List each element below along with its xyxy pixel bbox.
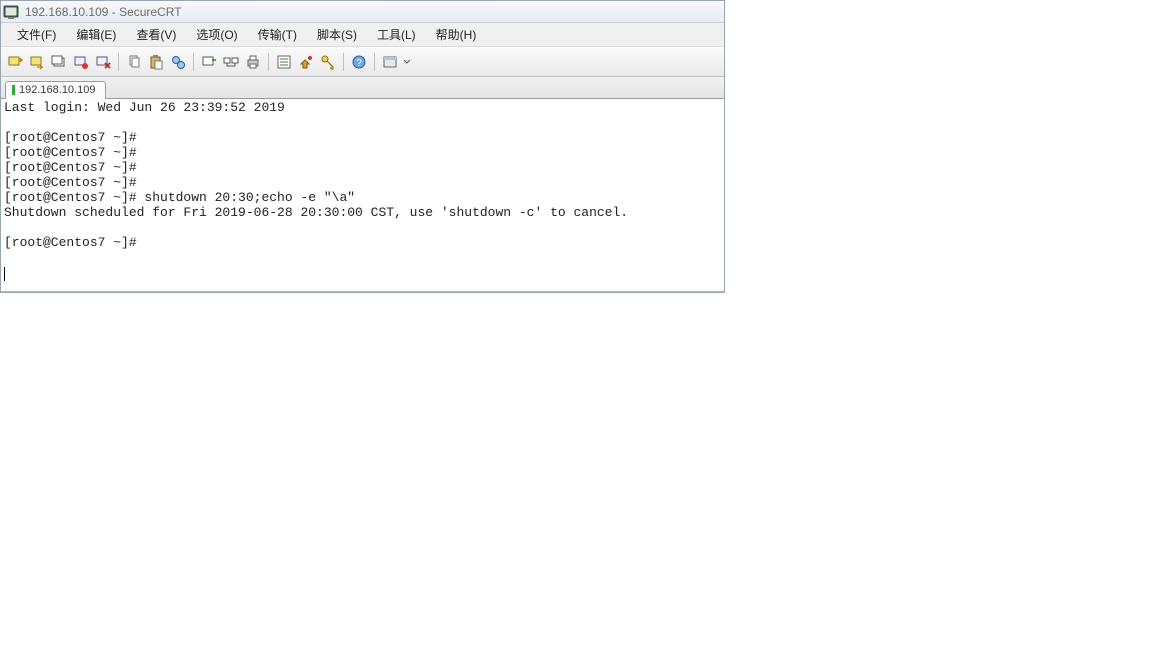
paste-icon[interactable]	[146, 52, 166, 72]
terminal-line: [root@Centos7 ~]#	[4, 175, 144, 190]
menu-options[interactable]: 选项(O)	[186, 23, 247, 46]
menu-tools[interactable]: 工具(L)	[367, 23, 426, 46]
cancel-icon[interactable]	[93, 52, 113, 72]
terminal-line: [root@Centos7 ~]#	[4, 145, 144, 160]
terminal-line: Shutdown scheduled for Fri 2019-06-28 20…	[4, 205, 628, 220]
terminal-line: Last login: Wed Jun 26 23:39:52 2019	[4, 100, 285, 115]
settings-icon[interactable]	[274, 52, 294, 72]
menu-edit[interactable]: 编辑(E)	[66, 23, 126, 46]
disconnect-icon[interactable]	[71, 52, 91, 72]
sessions-icon[interactable]	[199, 52, 219, 72]
app-icon	[3, 4, 19, 20]
toolbar-separator	[343, 53, 344, 71]
menu-script[interactable]: 脚本(S)	[307, 23, 367, 46]
dropdown-icon[interactable]	[402, 52, 412, 72]
toolbar-separator	[374, 53, 375, 71]
reconnect-icon[interactable]	[27, 52, 47, 72]
session-tab[interactable]: 192.168.10.109	[5, 81, 106, 99]
menubar: 文件(F) 编辑(E) 查看(V) 选项(O) 传输(T) 脚本(S) 工具(L…	[1, 23, 724, 47]
menu-file[interactable]: 文件(F)	[7, 23, 66, 46]
quick-connect-icon[interactable]	[5, 52, 25, 72]
tab-active-indicator	[12, 85, 15, 95]
help-icon[interactable]: ?	[349, 52, 369, 72]
app-window: 192.168.10.109 - SecureCRT 文件(F) 编辑(E) 查…	[0, 0, 725, 293]
tabbar: 192.168.10.109	[1, 77, 724, 99]
cursor	[4, 267, 5, 281]
menu-help[interactable]: 帮助(H)	[426, 23, 487, 46]
terminal[interactable]: Last login: Wed Jun 26 23:39:52 2019 [ro…	[1, 99, 724, 292]
script-icon[interactable]	[296, 52, 316, 72]
key-icon[interactable]	[318, 52, 338, 72]
terminal-line: [root@Centos7 ~]# shutdown 20:30;echo -e…	[4, 190, 355, 205]
svg-text:?: ?	[356, 58, 362, 69]
toolbar-separator	[193, 53, 194, 71]
view-icon[interactable]	[380, 52, 400, 72]
find-icon[interactable]	[168, 52, 188, 72]
terminal-line: [root@Centos7 ~]#	[4, 130, 144, 145]
terminal-line: [root@Centos7 ~]#	[4, 160, 144, 175]
toolbar-separator	[118, 53, 119, 71]
toolbar: ?	[1, 47, 724, 77]
new-session-icon[interactable]	[49, 52, 69, 72]
hosts-icon[interactable]	[221, 52, 241, 72]
copy-icon[interactable]	[124, 52, 144, 72]
tab-label: 192.168.10.109	[19, 84, 95, 96]
print-icon[interactable]	[243, 52, 263, 72]
menu-transfer[interactable]: 传输(T)	[248, 23, 307, 46]
titlebar: 192.168.10.109 - SecureCRT	[1, 1, 724, 23]
toolbar-separator	[268, 53, 269, 71]
menu-view[interactable]: 查看(V)	[126, 23, 186, 46]
terminal-line: [root@Centos7 ~]#	[4, 235, 144, 250]
window-title: 192.168.10.109 - SecureCRT	[25, 5, 182, 19]
